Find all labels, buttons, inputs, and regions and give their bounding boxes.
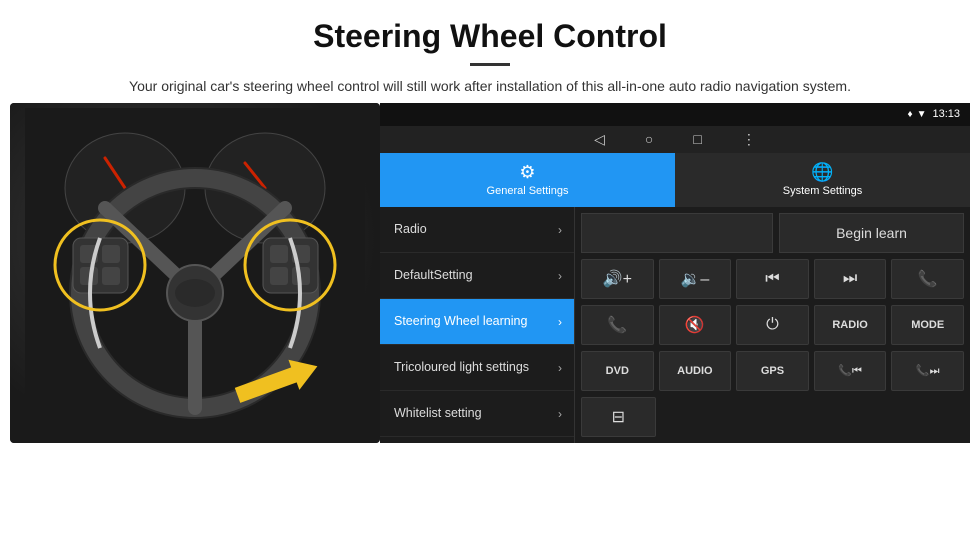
tab-system-settings-label: System Settings xyxy=(783,185,862,197)
page-container: Steering Wheel Control Your original car… xyxy=(0,0,980,545)
home-nav-button[interactable]: ○ xyxy=(645,131,653,147)
tel-prev-icon: 📞⏮ xyxy=(838,364,862,378)
back-nav-button[interactable]: ◁ xyxy=(594,131,605,148)
location-icon: ♦ xyxy=(907,109,912,120)
prev-track-button[interactable]: ⏮ xyxy=(736,259,809,299)
vol-up-button[interactable]: 🔊+ xyxy=(581,259,654,299)
menu-item-default[interactable]: DefaultSetting › xyxy=(380,253,574,299)
power-icon: ⏻ xyxy=(766,316,779,334)
control-buttons-row4: ⊟ xyxy=(581,397,964,437)
extra-settings-icon: ⊟ xyxy=(612,407,625,427)
tab-general-settings[interactable]: ⚙ General Settings xyxy=(380,153,675,207)
dvd-label: DVD xyxy=(606,365,629,377)
mode-button[interactable]: MODE xyxy=(891,305,964,345)
status-time: 13:13 xyxy=(932,108,960,120)
tab-bar: ⚙ General Settings 🌐 System Settings xyxy=(380,153,970,207)
radio-button[interactable]: RADIO xyxy=(814,305,887,345)
menu-item-steering[interactable]: Steering Wheel learning › xyxy=(380,299,574,345)
mute-button[interactable]: 🔇 xyxy=(659,305,732,345)
general-settings-icon: ⚙ xyxy=(519,162,535,183)
page-title: Steering Wheel Control xyxy=(60,18,920,55)
menu-item-whitelist[interactable]: Whitelist setting › xyxy=(380,391,574,437)
power-button[interactable]: ⏻ xyxy=(736,305,809,345)
tel-next-button[interactable]: 📞⏭ xyxy=(891,351,964,391)
system-settings-icon: 🌐 xyxy=(811,162,833,183)
page-subtitle: Your original car's steering wheel contr… xyxy=(60,76,920,97)
status-icons: ♦ ▼ xyxy=(907,109,926,120)
controls-area: Begin learn 🔊+ 🔉– ⏮ xyxy=(575,207,970,443)
recents-nav-button[interactable]: □ xyxy=(693,131,701,147)
begin-learn-button[interactable]: Begin learn xyxy=(779,213,964,253)
gps-label: GPS xyxy=(761,365,784,377)
chevron-icon: › xyxy=(558,315,562,329)
menu-list: Radio › DefaultSetting › Steering Wheel … xyxy=(380,207,575,443)
radio-label: RADIO xyxy=(832,319,867,331)
mute-icon: 🔇 xyxy=(685,315,705,335)
menu-item-tricoloured-label: Tricoloured light settings xyxy=(394,359,529,375)
control-buttons-row2: 📞 🔇 ⏻ RADIO MODE xyxy=(581,305,964,345)
next-icon: ⏭ xyxy=(843,270,857,288)
tab-system-settings[interactable]: 🌐 System Settings xyxy=(675,153,970,207)
content-area: ♦ ▼ 13:13 ◁ ○ □ ⋮ ⚙ General Settings 🌐 xyxy=(0,103,980,545)
tel-next-icon: 📞⏭ xyxy=(916,364,940,378)
chevron-icon: › xyxy=(558,407,562,421)
header-divider xyxy=(470,63,510,66)
chevron-icon: › xyxy=(558,269,562,283)
wifi-icon: ▼ xyxy=(917,109,927,120)
gps-button[interactable]: GPS xyxy=(736,351,809,391)
sw-background xyxy=(10,103,380,443)
android-panel: ♦ ▼ 13:13 ◁ ○ □ ⋮ ⚙ General Settings 🌐 xyxy=(380,103,970,443)
vol-up-icon: 🔊+ xyxy=(603,269,632,289)
menu-nav-button[interactable]: ⋮ xyxy=(742,131,756,148)
answer-icon: 📞 xyxy=(607,315,627,335)
begin-learn-row: Begin learn xyxy=(581,213,964,253)
menu-item-whitelist-label: Whitelist setting xyxy=(394,405,482,421)
answer-button[interactable]: 📞 xyxy=(581,305,654,345)
control-buttons-row1: 🔊+ 🔉– ⏮ ⏭ 📞 xyxy=(581,259,964,299)
page-header: Steering Wheel Control Your original car… xyxy=(0,0,980,103)
vol-down-button[interactable]: 🔉– xyxy=(659,259,732,299)
extra-settings-button[interactable]: ⊟ xyxy=(581,397,656,437)
next-track-button[interactable]: ⏭ xyxy=(814,259,887,299)
menu-item-steering-label: Steering Wheel learning xyxy=(394,313,527,329)
status-bar: ♦ ▼ 13:13 xyxy=(380,103,970,126)
steering-wheel-image xyxy=(10,103,380,443)
phone-icon: 📞 xyxy=(918,269,938,289)
main-panel: Radio › DefaultSetting › Steering Wheel … xyxy=(380,207,970,443)
learn-empty-cell xyxy=(581,213,773,253)
tab-general-settings-label: General Settings xyxy=(487,185,569,197)
chevron-icon: › xyxy=(558,361,562,375)
tel-prev-button[interactable]: 📞⏮ xyxy=(814,351,887,391)
control-buttons-row3: DVD AUDIO GPS 📞⏮ 📞⏭ xyxy=(581,351,964,391)
mode-label: MODE xyxy=(911,319,944,331)
menu-item-tricoloured[interactable]: Tricoloured light settings › xyxy=(380,345,574,391)
vol-down-icon: 🔉– xyxy=(680,269,709,289)
steering-wheel-svg xyxy=(25,108,365,438)
audio-label: AUDIO xyxy=(677,365,712,377)
menu-item-radio[interactable]: Radio › xyxy=(380,207,574,253)
menu-item-radio-label: Radio xyxy=(394,221,427,237)
chevron-icon: › xyxy=(558,223,562,237)
phone-button[interactable]: 📞 xyxy=(891,259,964,299)
menu-item-default-label: DefaultSetting xyxy=(394,267,473,283)
dvd-button[interactable]: DVD xyxy=(581,351,654,391)
nav-buttons-row: ◁ ○ □ ⋮ xyxy=(380,126,970,153)
audio-button[interactable]: AUDIO xyxy=(659,351,732,391)
prev-icon: ⏮ xyxy=(765,270,779,288)
